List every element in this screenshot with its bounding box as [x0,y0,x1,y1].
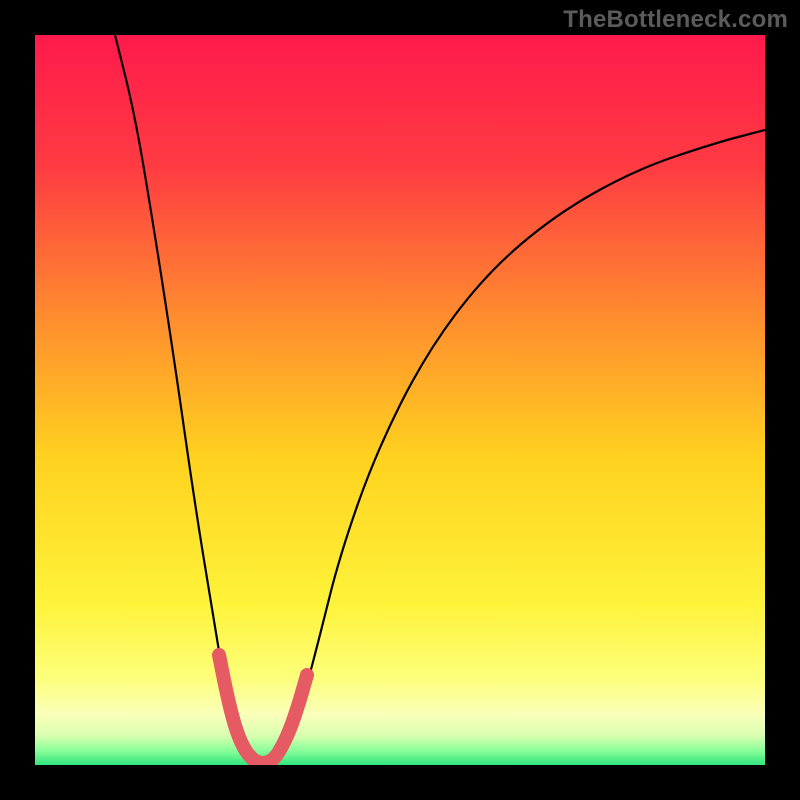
curve-layer [35,35,765,765]
chart-frame: TheBottleneck.com [0,0,800,800]
watermark-text: TheBottleneck.com [563,6,788,34]
plot-area [35,35,765,765]
highlight-segment [219,655,307,763]
